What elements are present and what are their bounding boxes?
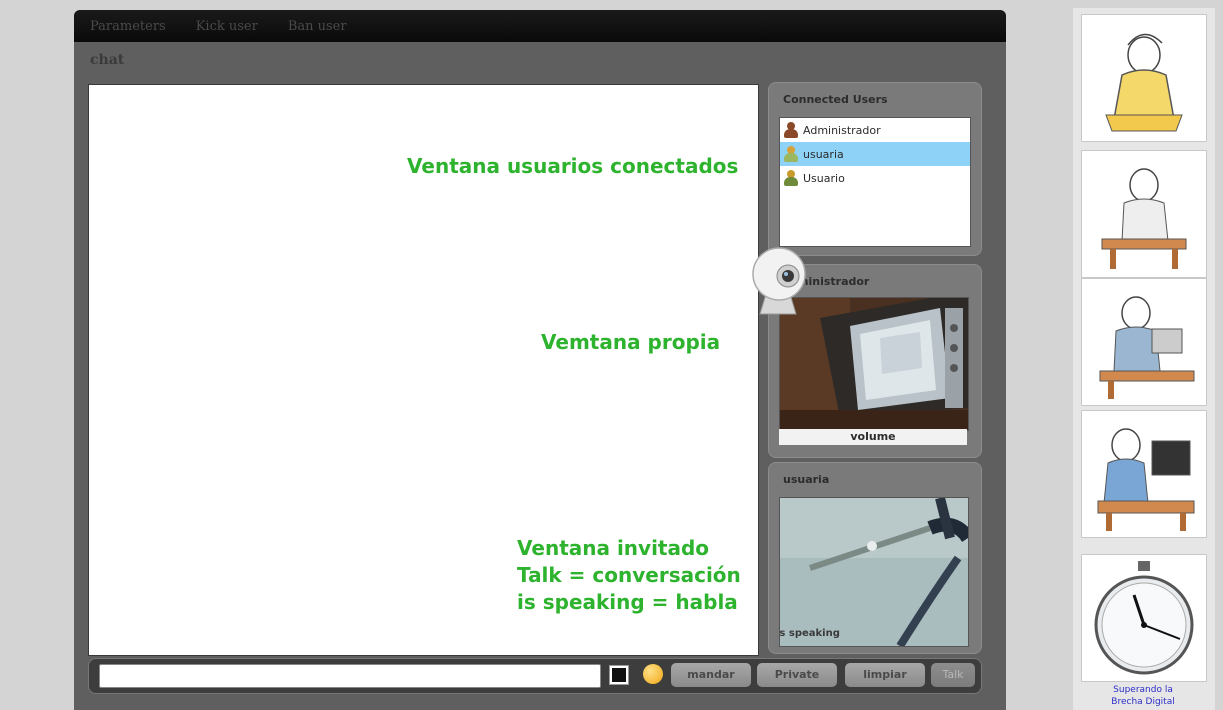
menu-ban-user[interactable]: Ban user — [288, 19, 347, 34]
own-video-image — [780, 298, 968, 430]
emoticon-icon[interactable] — [643, 664, 663, 684]
user-name: Usuario — [803, 171, 845, 185]
cartoon-thumbnail-1[interactable] — [1081, 14, 1207, 142]
menu-parameters[interactable]: Parameters — [90, 19, 166, 34]
speaking-status: is speaking — [779, 628, 840, 639]
guest-video-feed: is speaking — [779, 497, 969, 647]
users-list: Administrador usuaria Usuario — [779, 117, 971, 247]
annotation-guest-window: Ventana invitado — [517, 536, 710, 560]
clear-button[interactable]: limpiar — [845, 663, 925, 687]
user-row-usuaria[interactable]: usuaria — [780, 142, 970, 166]
chat-message-area[interactable]: Ventana usuarios conectados Vemtana prop… — [88, 84, 759, 656]
private-button[interactable]: Private — [757, 663, 837, 687]
user-row-administrador[interactable]: Administrador — [780, 118, 970, 142]
guest-camera-title: usuaria — [783, 473, 830, 486]
composer-bar: mandar Private limpiar Talk — [88, 658, 982, 694]
annotation-users-window: Ventana usuarios conectados — [407, 154, 739, 178]
cartoon-thumbnail-2[interactable] — [1081, 150, 1207, 278]
user-name: usuaria — [803, 147, 844, 161]
side-column: Superando la Brecha Digital — [1073, 8, 1215, 710]
user-icon — [784, 146, 798, 162]
stopwatch-icon[interactable] — [1081, 554, 1207, 682]
side-caption[interactable]: Superando la Brecha Digital — [1081, 684, 1205, 708]
cartoon-thumbnail-4[interactable] — [1081, 410, 1207, 538]
annotation-talk: Talk = conversación — [517, 563, 741, 587]
annotation-speaking: is speaking = habla — [517, 590, 738, 614]
annotation-own-window: Vemtana propia — [541, 330, 721, 354]
guest-video-image — [780, 498, 968, 646]
message-input[interactable] — [99, 664, 601, 688]
send-button[interactable]: mandar — [671, 663, 751, 687]
cartoon-thumbnail-3[interactable] — [1081, 278, 1207, 406]
user-row-usuario[interactable]: Usuario — [780, 166, 970, 190]
volume-bar[interactable]: volume — [779, 429, 967, 445]
chat-title: chat — [90, 52, 125, 68]
chat-application: Parameters Kick user Ban user chat Venta… — [74, 10, 1006, 710]
text-color-picker[interactable] — [609, 665, 629, 685]
webcam-icon — [750, 244, 808, 318]
connected-users-title: Connected Users — [783, 93, 888, 106]
connected-users-panel: Connected Users Administrador usuaria Us… — [768, 82, 982, 256]
caption-line-2: Brecha Digital — [1111, 697, 1175, 707]
user-icon — [784, 170, 798, 186]
user-name: Administrador — [803, 123, 881, 137]
top-menu-bar: Parameters Kick user Ban user — [74, 10, 1006, 42]
talk-button[interactable]: Talk — [931, 663, 975, 687]
admin-user-icon — [784, 122, 798, 138]
caption-line-1: Superando la — [1113, 685, 1173, 695]
guest-camera-panel: usuaria is speaking — [768, 462, 982, 654]
menu-kick-user[interactable]: Kick user — [196, 19, 258, 34]
